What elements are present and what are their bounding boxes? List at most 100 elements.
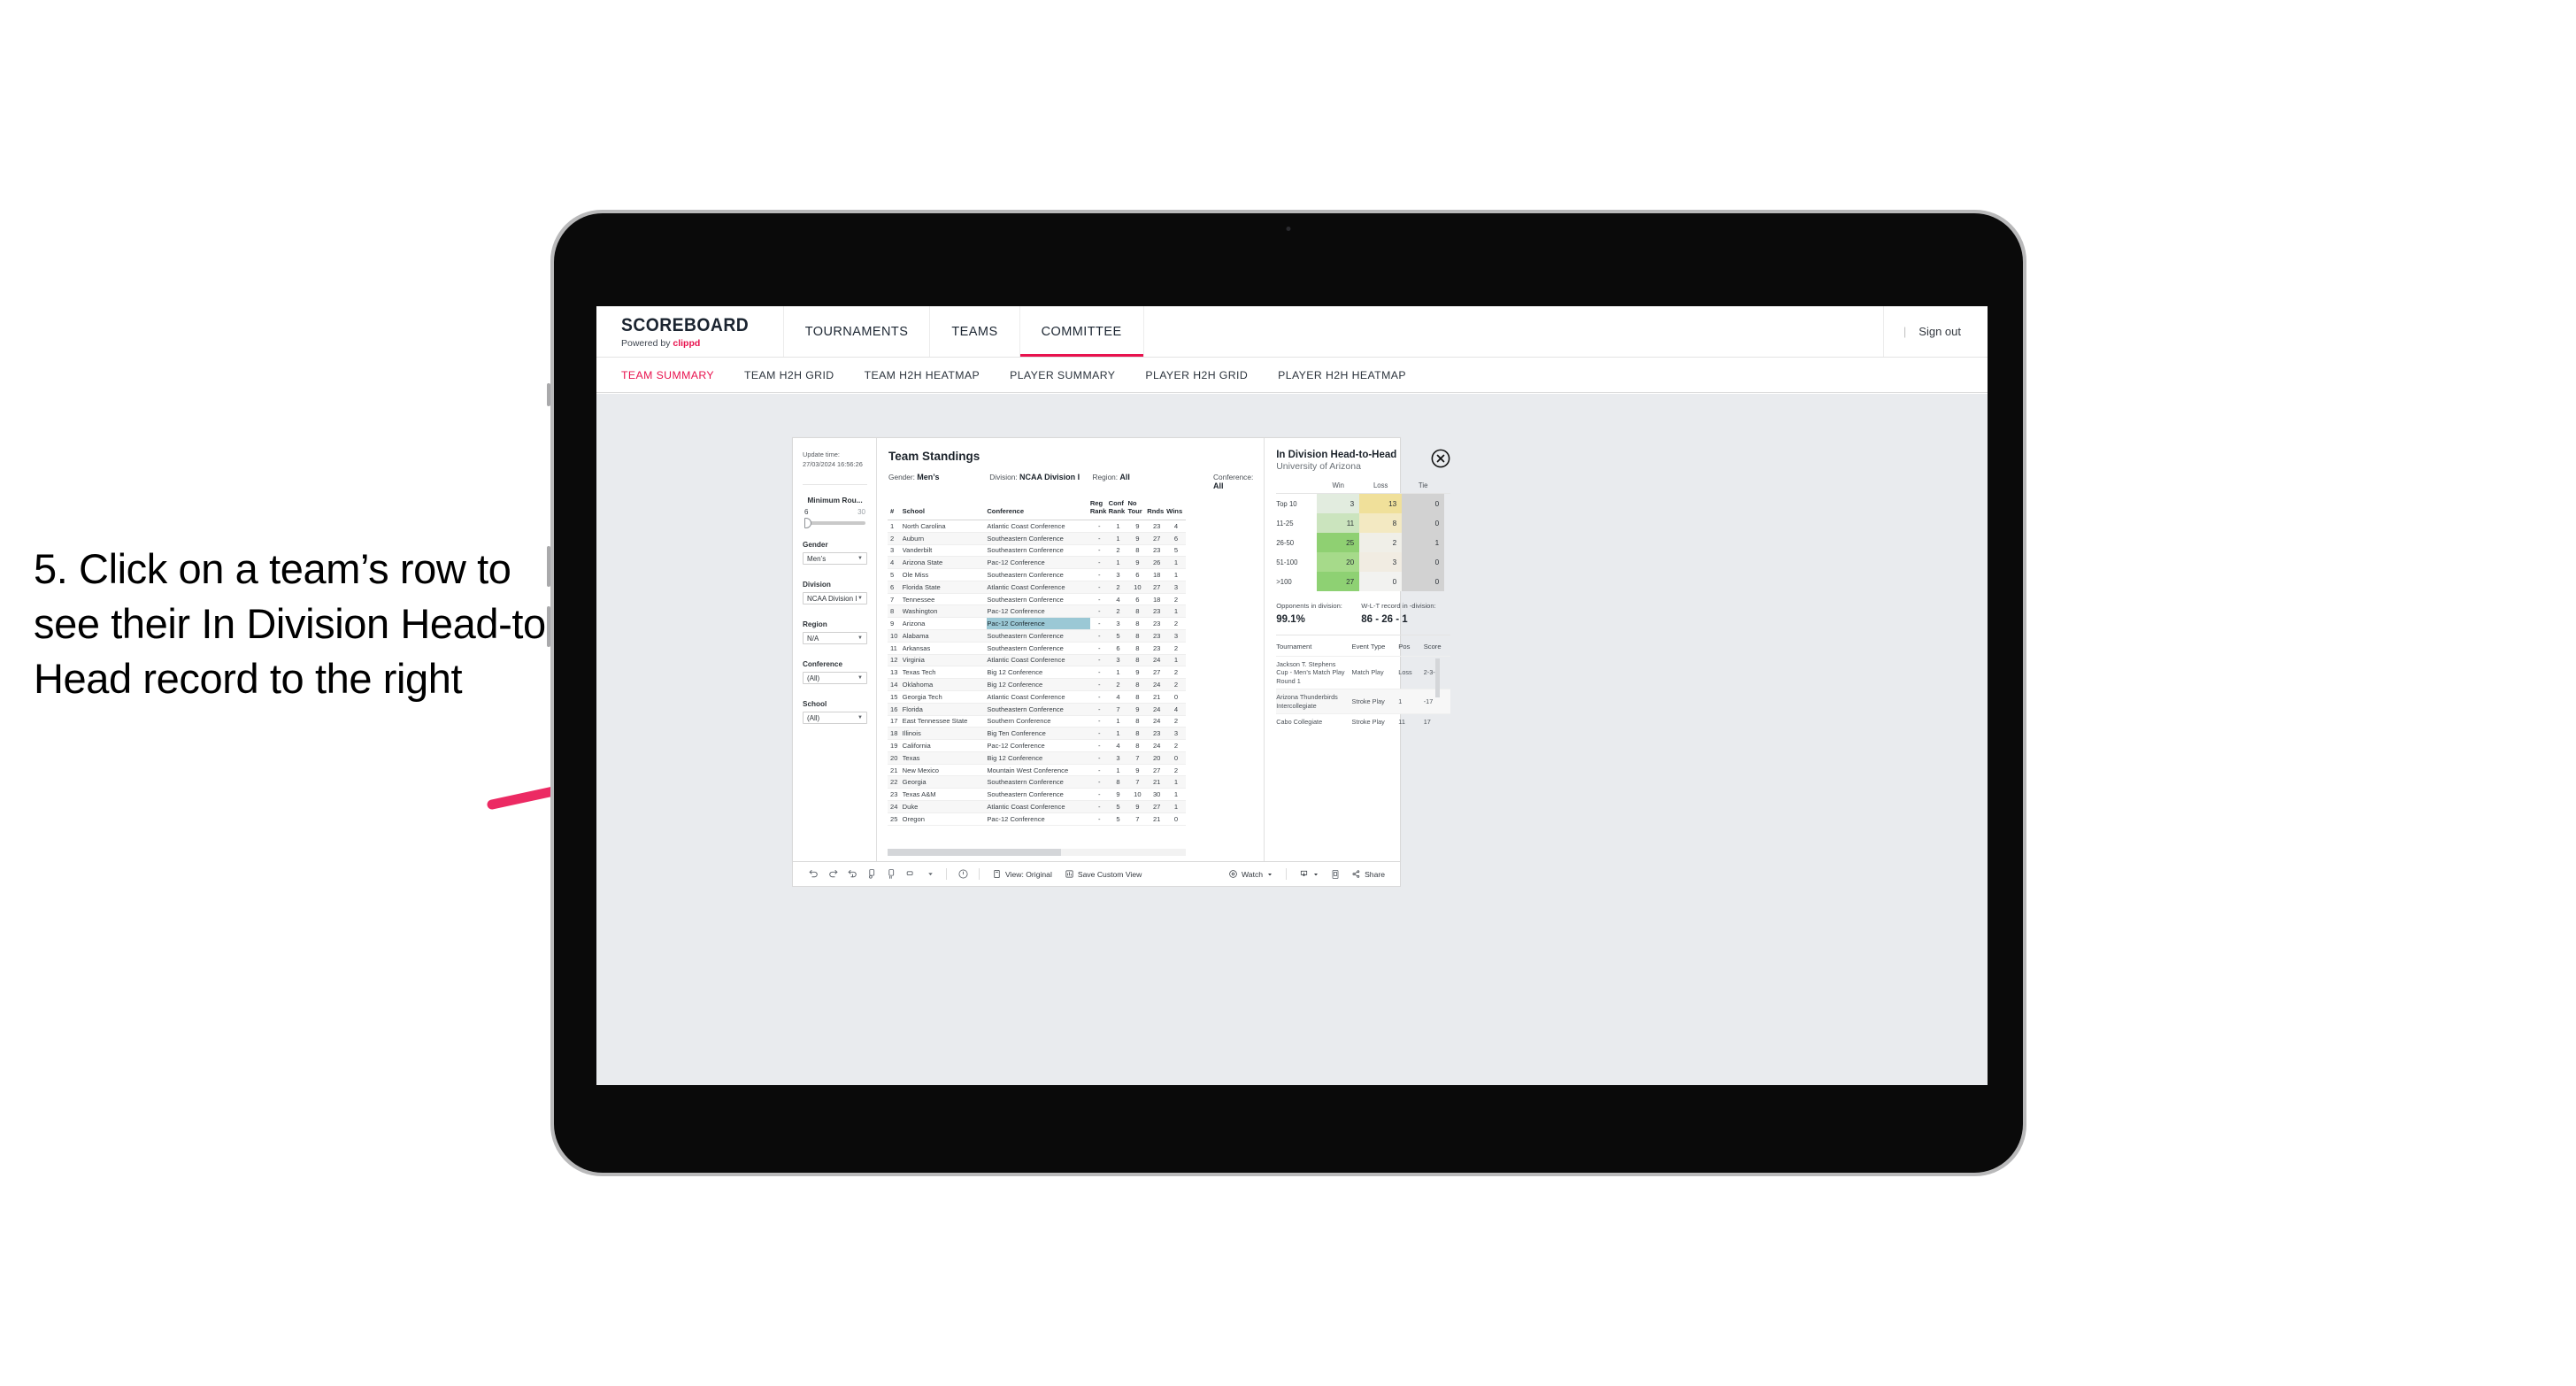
subnav-item-player-h2h-heatmap[interactable]: PLAYER H2H HEATMAP <box>1278 369 1406 381</box>
cell-conf-rank: 2 <box>1108 581 1128 594</box>
sign-out-label: Sign out <box>1919 325 1961 338</box>
column-header-rank[interactable]: # <box>888 499 903 520</box>
pause-updates-icon[interactable] <box>881 865 901 884</box>
subnav-item-team-h2h-heatmap[interactable]: TEAM H2H HEATMAP <box>865 369 980 381</box>
column-header-reg-rank[interactable]: Reg Rank <box>1089 499 1109 520</box>
column-header-tournament[interactable]: Tournament <box>1276 637 1351 657</box>
table-row[interactable]: 12 Virginia Atlantic Coast Conference -3 8 24… <box>888 654 1186 667</box>
cell-rank: 13 <box>888 666 903 680</box>
filter-school-select[interactable]: (All) ▼ <box>803 712 867 725</box>
cell-wins: 3 <box>1166 727 1186 741</box>
cell-rnds: 27 <box>1147 532 1167 545</box>
subnav-item-player-h2h-grid[interactable]: PLAYER H2H GRID <box>1145 369 1248 381</box>
table-row[interactable]: 14 Oklahoma Big 12 Conference -2 8 24 2 <box>888 678 1186 691</box>
scrollbar-thumb[interactable] <box>888 849 1061 856</box>
column-header-score[interactable]: Score <box>1424 637 1450 657</box>
topnav-item-tournaments[interactable]: TOURNAMENTS <box>784 306 931 357</box>
standings-table: # School Conference Reg Rank Conf Rank No T… <box>888 499 1186 826</box>
column-header-school[interactable]: School <box>902 499 988 520</box>
table-row[interactable]: 20 Texas Big 12 Conference -3 7 20 0 <box>888 751 1186 765</box>
list-item[interactable]: Jackson T. Stephens Cup - Men’s Match Pl… <box>1276 655 1451 689</box>
table-row[interactable]: 7 Tennessee Southeastern Conference -4 6 18 2 <box>888 593 1186 606</box>
table-row[interactable]: 13 Texas Tech Big 12 Conference -1 9 27 2 <box>888 666 1186 680</box>
filter-conference-select[interactable]: (All) ▼ <box>803 672 867 685</box>
cell-conf-rank: 5 <box>1108 629 1128 643</box>
share-icon <box>1352 870 1360 878</box>
device-layout-icon[interactable] <box>1326 865 1345 884</box>
table-row[interactable]: 25 Oregon Pac-12 Conference -5 7 21 0 <box>888 812 1186 826</box>
table-row[interactable]: 3 Vanderbilt Southeastern Conference -2 8 23 5 <box>888 544 1186 558</box>
h2h-cell-loss: 0 <box>1359 572 1403 591</box>
share-button[interactable]: Share <box>1345 869 1391 879</box>
redo-icon[interactable] <box>823 865 842 884</box>
table-row[interactable]: 8 Washington Pac-12 Conference -2 8 23 1 <box>888 604 1186 619</box>
refresh-data-icon[interactable] <box>862 865 881 884</box>
table-row[interactable]: 6 Florida State Atlantic Coast Conference -… <box>888 581 1186 594</box>
presentation-mode-icon[interactable] <box>901 865 920 884</box>
table-row[interactable]: 5 Ole Miss Southeastern Conference -3 6 18 1 <box>888 568 1186 581</box>
table-row[interactable]: 16 Florida Southeastern Conference -7 9 24 4 <box>888 703 1186 716</box>
minimum-rounds-slider[interactable] <box>804 518 865 529</box>
table-row[interactable]: 24 Duke Atlantic Coast Conference -5 9 27 1 <box>888 800 1186 813</box>
subnav-item-team-summary[interactable]: TEAM SUMMARY <box>621 369 714 381</box>
history-icon[interactable] <box>953 865 973 884</box>
subnav-item-player-summary[interactable]: PLAYER SUMMARY <box>1010 369 1115 381</box>
table-row[interactable]: 23 Texas A&M Southeastern Conference -9 10 30… <box>888 788 1186 801</box>
view-original-button[interactable]: View: Original <box>986 869 1058 879</box>
table-row[interactable]: 22 Georgia Southeastern Conference -8 7 21 1 <box>888 775 1186 789</box>
column-header-conference[interactable]: Conference <box>987 499 1090 520</box>
table-row[interactable]: 21 New Mexico Mountain West Conference -1 9 2… <box>888 764 1186 777</box>
watch-button[interactable]: Watch <box>1222 869 1280 879</box>
download-button[interactable] <box>1293 869 1326 879</box>
subnav-item-team-h2h-grid[interactable]: TEAM H2H GRID <box>744 369 834 381</box>
topnav-item-teams[interactable]: TEAMS <box>930 306 1020 357</box>
tournament-vertical-scrollbar[interactable] <box>1435 658 1441 697</box>
cell-rank: 6 <box>888 581 903 594</box>
h2h-column-tie: Tie <box>1418 481 1428 489</box>
filter-gender: Gender Men’s ▼ <box>803 541 867 566</box>
cell-rnds: 23 <box>1147 520 1167 533</box>
column-header-pos[interactable]: Pos <box>1398 637 1423 657</box>
table-row[interactable]: 18 Illinois Big Ten Conference -1 8 23 3 <box>888 727 1186 741</box>
list-item[interactable]: Cabo Collegiate Stroke Play 11 17 <box>1276 713 1451 730</box>
standings-horizontal-scrollbar[interactable] <box>888 849 1186 856</box>
brand-logo[interactable]: SCOREBOARD Powered by clippd <box>596 306 784 357</box>
table-row[interactable]: 10 Alabama Southeastern Conference -5 8 23 3 <box>888 629 1186 643</box>
sign-out-button[interactable]: | Sign out <box>1884 306 1988 357</box>
table-row[interactable]: 9 Arizona Pac-12 Conference -3 8 23 2 <box>888 617 1186 631</box>
filter-division-select[interactable]: NCAA Division I ▼ <box>803 592 867 605</box>
cell-school: Oklahoma <box>902 678 988 691</box>
cell-wins: 2 <box>1166 642 1186 655</box>
table-row[interactable]: 15 Georgia Tech Atlantic Coast Conference -… <box>888 690 1186 704</box>
list-item[interactable]: Arizona Thunderbirds Intercollegiate Stro… <box>1276 689 1451 714</box>
filter-gender-select[interactable]: Men’s ▼ <box>803 552 867 566</box>
column-header-rnds[interactable]: Rnds <box>1147 499 1167 520</box>
topnav-item-committee[interactable]: COMMITTEE <box>1019 306 1144 357</box>
column-header-wins[interactable]: Wins <box>1166 499 1186 520</box>
table-row[interactable]: 17 East Tennessee State Southern Conferenc… <box>888 715 1186 728</box>
cell-reg-rank: - <box>1089 764 1109 777</box>
column-header-event-type[interactable]: Event Type <box>1352 637 1399 657</box>
cell-wins: 2 <box>1166 617 1186 631</box>
cell-reg-rank: - <box>1089 544 1109 558</box>
table-row[interactable]: 2 Auburn Southeastern Conference -1 9 27 6 <box>888 532 1186 545</box>
undo-icon[interactable] <box>804 865 823 884</box>
cell-conference: Mountain West Conference <box>987 764 1090 777</box>
table-row[interactable]: 19 California Pac-12 Conference -4 8 24 2 <box>888 739 1186 752</box>
table-row[interactable]: 4 Arizona State Pac-12 Conference -1 9 26 1 <box>888 556 1186 570</box>
h2h-cell-tie: 0 <box>1402 552 1445 572</box>
cell-conference: Atlantic Coast Conference <box>987 520 1090 533</box>
close-icon[interactable] <box>1431 449 1450 468</box>
column-header-no-tour[interactable]: No Tour <box>1127 499 1148 520</box>
cell-rank: 14 <box>888 678 903 691</box>
table-row[interactable]: 11 Arkansas Southeastern Conference -6 8 23 2 <box>888 642 1186 655</box>
revert-icon[interactable] <box>842 865 862 884</box>
column-header-conf-rank[interactable]: Conf Rank <box>1108 499 1128 520</box>
cell-no-tour: 8 <box>1127 629 1148 643</box>
minimum-rounds-slider-handle[interactable] <box>804 518 811 529</box>
filter-region-select[interactable]: N/A ▼ <box>803 632 867 645</box>
table-row[interactable]: 1 North Carolina Atlantic Coast Conference… <box>888 520 1186 533</box>
cell-rank: 11 <box>888 642 903 655</box>
chevron-down-icon[interactable] <box>920 865 940 884</box>
save-custom-view-button[interactable]: Save Custom View <box>1058 869 1148 879</box>
